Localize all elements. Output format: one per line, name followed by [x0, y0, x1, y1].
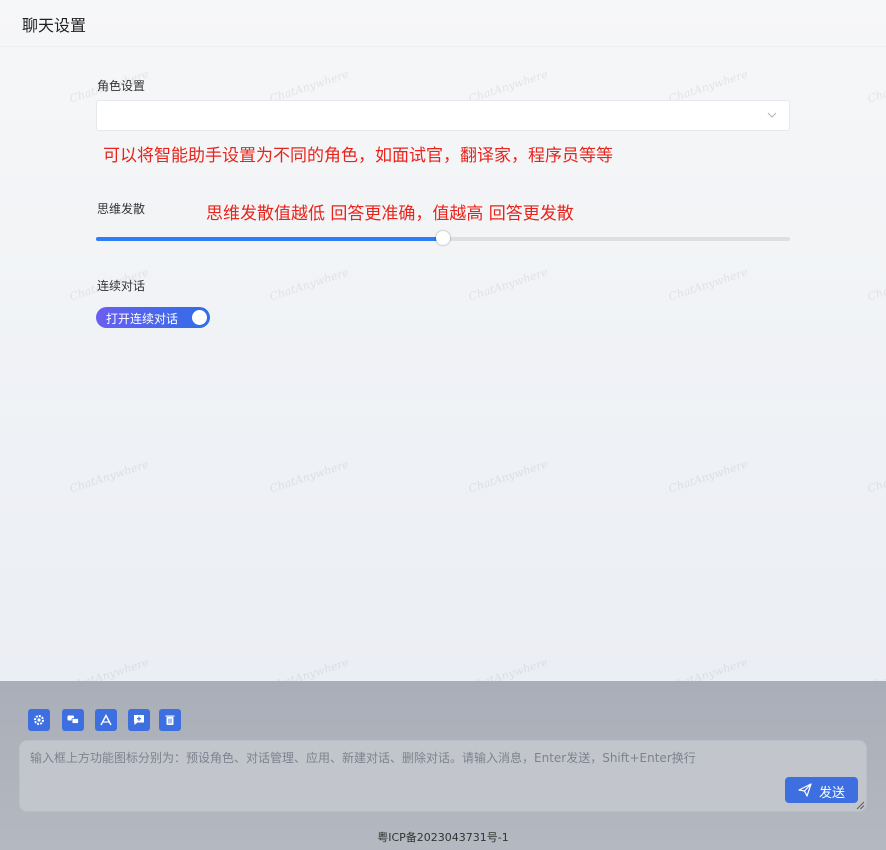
- watermark-text: ChatAnywhere: [866, 67, 886, 106]
- watermark-text: ChatAnywhere: [667, 265, 750, 304]
- divergence-slider[interactable]: [96, 231, 790, 245]
- message-placeholder: 输入框上方功能图标分别为：预设角色、对话管理、应用、新建对话、删除对话。请输入消…: [30, 751, 696, 765]
- page-title: 聊天设置: [22, 16, 87, 35]
- new-chat-icon: [134, 715, 144, 725]
- message-input[interactable]: 输入框上方功能图标分别为：预设角色、对话管理、应用、新建对话、删除对话。请输入消…: [19, 740, 867, 812]
- chats-icon: [67, 715, 79, 724]
- resize-handle-icon[interactable]: [856, 801, 865, 810]
- slider-thumb[interactable]: [436, 231, 450, 245]
- new-chat-button[interactable]: [128, 709, 150, 731]
- chat-manage-button[interactable]: [62, 709, 84, 731]
- header-bar: 聊天设置: [0, 0, 886, 47]
- divergence-annotation: 思维发散值越低 回答更准确，值越高 回答更发散: [206, 204, 574, 224]
- slider-fill: [96, 237, 443, 241]
- watermark-text: ChatAnywhere: [667, 457, 750, 496]
- watermark-text: ChatAnywhere: [467, 265, 550, 304]
- watermark-text: ChatAnywhere: [268, 265, 351, 304]
- send-button[interactable]: 发送: [785, 777, 858, 803]
- role-annotation: 可以将智能助手设置为不同的角色，如面试官，翻译家，程序员等等: [103, 146, 613, 166]
- delete-chat-button[interactable]: [159, 709, 181, 731]
- gear-icon: [34, 715, 44, 725]
- role-select[interactable]: [96, 100, 790, 131]
- apps-icon: [100, 714, 112, 726]
- toggle-knob: [192, 310, 207, 325]
- watermark-text: ChatAnywhere: [268, 457, 351, 496]
- toggle-label: 打开连续对话: [106, 312, 179, 326]
- watermark-text: ChatAnywhere: [68, 457, 151, 496]
- icp-footer-link[interactable]: 粤ICP备2023043731号-1: [0, 829, 886, 845]
- delete-icon: [165, 715, 175, 725]
- chat-input-panel: 输入框上方功能图标分别为：预设角色、对话管理、应用、新建对话、删除对话。请输入消…: [0, 681, 886, 850]
- preset-role-button[interactable]: [28, 709, 50, 731]
- role-setting-label: 角色设置: [97, 79, 146, 93]
- watermark-text: ChatAnywhere: [467, 457, 550, 496]
- send-icon: [798, 783, 812, 797]
- send-label: 发送: [819, 786, 846, 801]
- chevron-down-icon: [767, 112, 777, 118]
- divergence-label: 思维发散: [97, 202, 146, 216]
- watermark-text: ChatAnywhere: [866, 457, 886, 496]
- continuous-toggle[interactable]: 打开连续对话: [96, 307, 210, 328]
- watermark-text: ChatAnywhere: [866, 265, 886, 304]
- apps-button[interactable]: [95, 709, 117, 731]
- continuous-label: 连续对话: [97, 279, 146, 293]
